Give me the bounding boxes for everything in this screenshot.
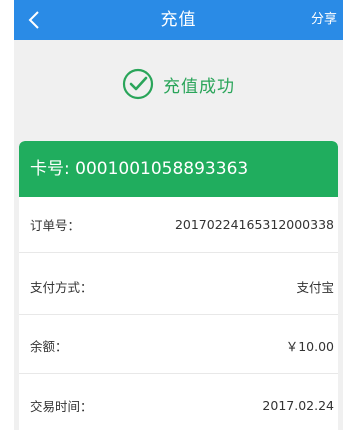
- transaction-card: 卡号: 0001001058893363 订单号： 20170224165312…: [19, 141, 338, 430]
- top-app-bar: 充值 分享: [14, 0, 343, 40]
- page-title: 充值: [160, 10, 197, 30]
- card-number-header: 卡号: 0001001058893363: [19, 141, 338, 197]
- card-number-label: 卡号:: [30, 159, 70, 179]
- check-circle-icon: [122, 68, 154, 100]
- recharge-result-screen: 充值 分享 充值成功 卡号: 0001001058893363 订单号： 201…: [14, 0, 343, 430]
- success-message: 充值成功: [163, 76, 235, 97]
- payment-method-label: 支付方式：: [30, 280, 93, 295]
- detail-row-order-number: 订单号： 20170224165312000338: [19, 197, 338, 253]
- balance-label: 余额：: [30, 339, 68, 354]
- share-button[interactable]: 分享: [311, 0, 337, 40]
- detail-row-balance: 余额： ￥10.00: [19, 318, 338, 374]
- success-status: 充值成功: [14, 66, 343, 102]
- card-number-value: 0001001058893363: [75, 159, 249, 179]
- detail-row-transaction-time: 交易时间： 2017.02.24: [19, 377, 338, 430]
- payment-method-value: 支付宝: [296, 280, 334, 295]
- order-number-label: 订单号：: [30, 218, 81, 233]
- transaction-time-label: 交易时间：: [30, 398, 93, 414]
- balance-value: ￥10.00: [285, 339, 334, 354]
- order-number-value: 20170224165312000338: [174, 217, 334, 232]
- detail-row-payment-method: 支付方式： 支付宝: [19, 259, 338, 315]
- transaction-time-value: 2017.02.24: [262, 397, 334, 413]
